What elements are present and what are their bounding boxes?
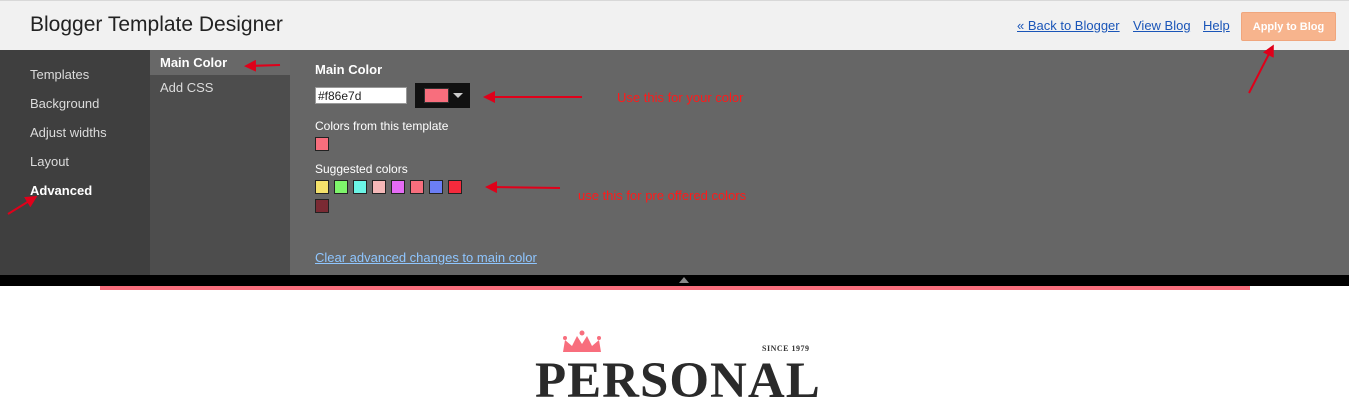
view-blog-link[interactable]: View Blog [1133,18,1191,33]
annotation-color-note: Use this for your color [617,90,744,105]
back-to-blogger-link[interactable]: « Back to Blogger [1017,18,1120,33]
blog-title: PERSONAL [535,353,821,406]
suggested-color-swatch[interactable] [353,180,367,194]
current-color-swatch [424,88,449,103]
dropdown-arrow-icon [453,93,463,98]
suggested-color-swatch[interactable] [315,199,329,213]
panel-title: Main Color [315,62,383,77]
crown-logo-icon [563,330,601,352]
suggested-color-swatch[interactable] [334,180,348,194]
suggested-colors-label: Suggested colors [315,162,408,176]
app-title: Blogger Template Designer [30,13,283,36]
nav-item-background[interactable]: Background [30,96,99,111]
suggested-color-swatch[interactable] [372,180,386,194]
sub-nav: Main Color Add CSS [150,50,290,275]
nav-item-templates[interactable]: Templates [30,67,89,82]
template-color-swatch[interactable] [315,137,329,151]
template-colors-label: Colors from this template [315,119,449,133]
preview-accent-line [100,286,1250,290]
preview-divider [0,275,1349,286]
annotation-preset-note: use this for pre offered colors [578,188,747,203]
blog-preview: SINCE 1979 PERSONAL [0,286,1349,406]
hex-color-input[interactable] [315,87,407,104]
nav-item-advanced[interactable]: Advanced [30,183,92,198]
left-nav: Templates Background Adjust widths Layou… [0,50,150,275]
color-picker-dropdown[interactable] [415,83,470,108]
clear-advanced-changes-link[interactable]: Clear advanced changes to main color [315,250,537,265]
nav-item-adjust-widths[interactable]: Adjust widths [30,125,107,140]
collapse-handle-icon[interactable] [679,277,689,283]
nav-item-layout[interactable]: Layout [30,154,69,169]
settings-panel: Main Color Colors from this template Sug… [290,50,1349,275]
suggested-color-swatch[interactable] [448,180,462,194]
blog-since-text: SINCE 1979 [762,344,810,353]
apply-to-blog-button[interactable]: Apply to Blog [1241,12,1336,41]
suggested-color-swatch[interactable] [429,180,443,194]
suggested-color-swatch[interactable] [315,180,329,194]
sub-nav-item-main-color[interactable]: Main Color [160,55,227,70]
sub-nav-item-add-css[interactable]: Add CSS [160,80,213,95]
suggested-color-swatch[interactable] [410,180,424,194]
top-header: Blogger Template Designer « Back to Blog… [0,0,1349,50]
suggested-color-swatch[interactable] [391,180,405,194]
help-link[interactable]: Help [1203,18,1230,33]
